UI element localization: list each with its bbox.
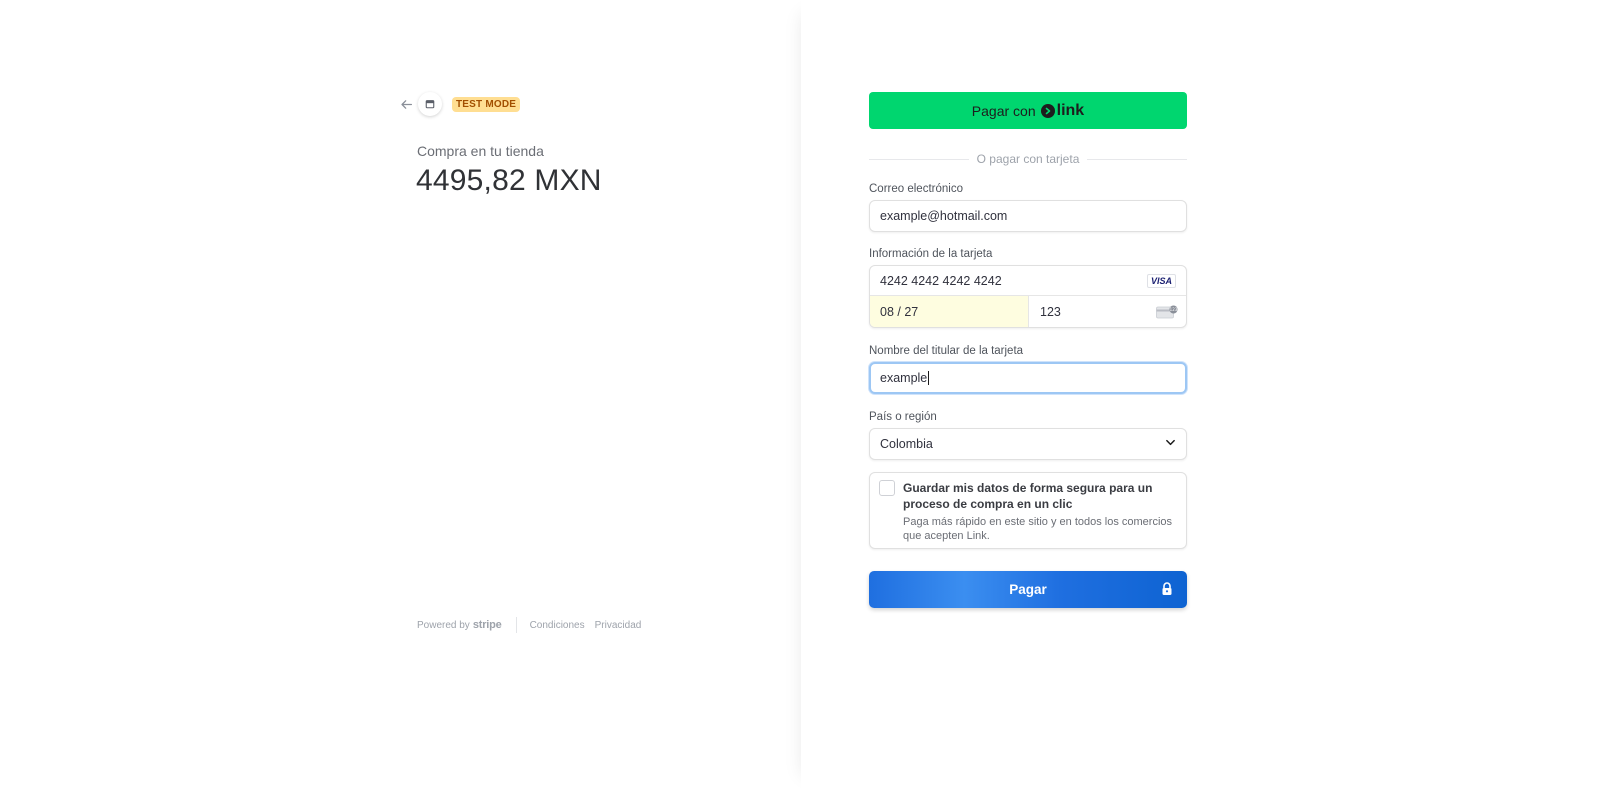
divider-text: O pagar con tarjeta (976, 152, 1080, 166)
cardholder-name-value: example (880, 371, 928, 385)
footer-divider (515, 617, 517, 633)
cardholder-group: Nombre del titular de la tarjeta example (869, 345, 1187, 394)
merchant-name: Compra en tu tienda (417, 143, 544, 159)
link-arrow-icon (1040, 103, 1055, 118)
card-info-label: Información de la tarjeta (869, 248, 993, 260)
pay-button[interactable]: Pagar (869, 571, 1187, 608)
total-amount: 4495,82 MXN (416, 164, 602, 197)
link-save-info-box: Guardar mis datos de forma segura para u… (869, 472, 1187, 549)
powered-by-stripe[interactable]: Powered by stripe (417, 619, 502, 631)
order-summary-pane: TEST MODE Compra en tu tienda 4495,82 MX… (0, 0, 801, 789)
card-group: Información de la tarjeta 4242 4242 4242… (869, 248, 1187, 328)
country-label: País o región (869, 411, 937, 423)
pay-with-link-button[interactable]: Pagar con link (869, 92, 1187, 129)
save-info-description: Paga más rápido en este sitio y en todos… (903, 516, 1173, 542)
email-value: example@hotmail.com (880, 209, 1008, 223)
expiry-value: 08 / 27 (880, 304, 919, 319)
or-divider: O pagar con tarjeta (869, 152, 1188, 166)
country-value: Colombia (880, 437, 933, 451)
arrow-left-icon[interactable] (398, 96, 414, 112)
payment-form: Pagar con link O pagar con tarjeta Corre… (869, 92, 1188, 608)
divider-line-right (1087, 158, 1188, 160)
country-group: País o región Colombia (869, 411, 1187, 460)
link-brand-text: link (1056, 101, 1085, 119)
link-logo: link (1040, 101, 1085, 120)
pay-button-label: Pagar (1009, 582, 1047, 597)
pay-with-link-label: Pagar con (971, 102, 1036, 119)
save-info-title: Guardar mis datos de forma segura para u… (903, 481, 1153, 511)
footer: Powered by stripe Condiciones Privacidad (417, 617, 651, 633)
divider-line-left (869, 158, 969, 160)
store-icon[interactable] (418, 92, 442, 116)
header-bar: TEST MODE (398, 92, 521, 116)
country-select[interactable]: Colombia (869, 428, 1187, 460)
visa-icon: VISA (1146, 273, 1176, 288)
lock-icon (1161, 582, 1173, 599)
terms-link[interactable]: Condiciones (530, 620, 585, 631)
svg-text:123: 123 (1170, 307, 1178, 312)
chevron-down-icon (1165, 437, 1176, 451)
text-caret (928, 371, 930, 385)
test-mode-badge: TEST MODE (452, 96, 521, 112)
card-number-value: 4242 4242 4242 4242 (880, 273, 1002, 288)
cvc-card-icon: 123 (1156, 305, 1178, 319)
save-info-checkbox[interactable] (879, 480, 895, 496)
card-secondary-row: 08 / 27 123 123 (870, 296, 1186, 327)
cardholder-name-field[interactable]: example (869, 362, 1187, 394)
email-field[interactable]: example@hotmail.com (869, 200, 1187, 232)
cardholder-label: Nombre del titular de la tarjeta (869, 345, 1024, 357)
email-group: Correo electrónico example@hotmail.com (869, 183, 1187, 232)
cvc-value: 123 (1040, 304, 1061, 319)
cvc-field[interactable]: 123 123 (1029, 296, 1186, 327)
card-info-box: 4242 4242 4242 4242 VISA 08 / 27 123 123 (869, 265, 1187, 328)
privacy-link[interactable]: Privacidad (595, 620, 642, 631)
email-label: Correo electrónico (869, 183, 963, 195)
card-number-field[interactable]: 4242 4242 4242 4242 VISA (870, 266, 1186, 296)
powered-by-label: Powered by (417, 620, 470, 631)
expiry-field[interactable]: 08 / 27 (870, 296, 1029, 327)
stripe-logo: stripe (472, 619, 502, 631)
